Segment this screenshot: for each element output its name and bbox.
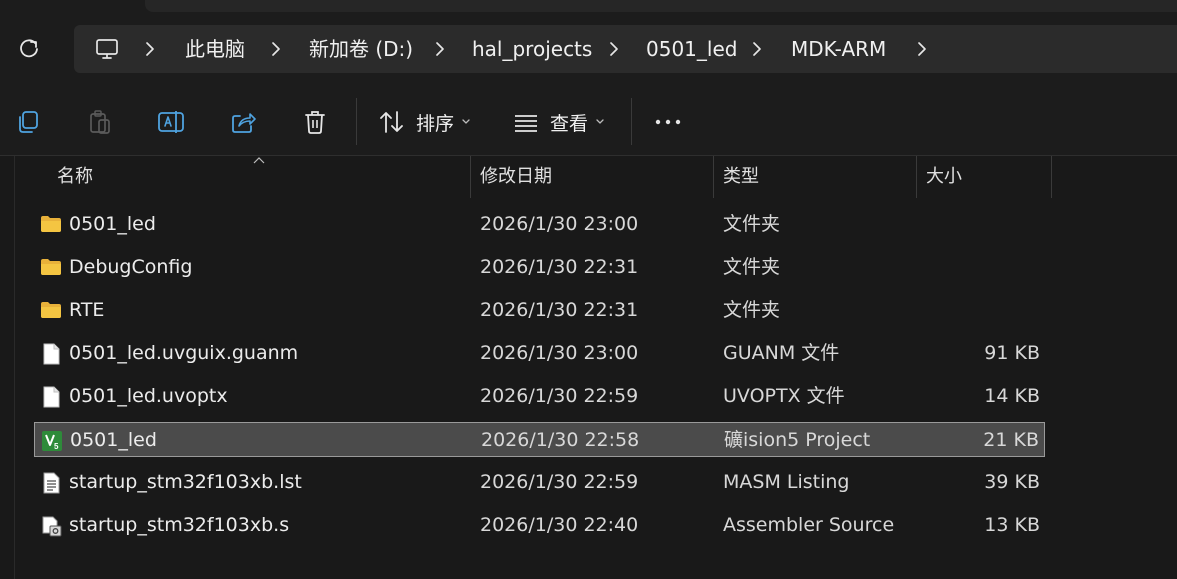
asm-file-icon: [40, 515, 62, 537]
refresh-icon: [20, 39, 38, 58]
file-type: 文件夹: [723, 256, 781, 278]
file-type: Assembler Source: [723, 514, 895, 536]
file-row[interactable]: 5 0501_led 2026/1/30 22:58 礦ision5 Project 2…: [34, 422, 1045, 457]
folder-icon: [40, 300, 62, 320]
breadcrumb-item-drive-d[interactable]: 新加卷 (D:): [309, 25, 413, 73]
more-options-button[interactable]: [654, 108, 682, 136]
text-file-icon: [40, 472, 62, 494]
window-top-strip: [0, 0, 1177, 12]
copy-icon: [19, 111, 38, 133]
address-bar[interactable]: 此电脑 新加卷 (D:) hal_projects 0501_led MDK-A…: [74, 25, 1177, 73]
share-icon: [232, 113, 256, 133]
file-name: startup_stm32f103xb.lst: [69, 471, 302, 493]
paste-icon: [90, 110, 110, 134]
file-row[interactable]: 0501_led 2026/1/30 23:00 文件夹: [34, 207, 1045, 242]
file-size: 91 KB: [984, 342, 1040, 364]
keil-project-icon: 5: [41, 430, 63, 451]
file-row[interactable]: 0501_led.uvguix.guanm 2026/1/30 23:00 GUAN…: [34, 336, 1045, 371]
column-divider[interactable]: [713, 156, 714, 198]
breadcrumb-item-mdk-arm[interactable]: MDK-ARM: [791, 25, 886, 73]
file-type: MASM Listing: [723, 471, 850, 493]
file-name: 0501_led: [70, 429, 157, 451]
column-divider[interactable]: [916, 156, 917, 198]
sort-icon-wrap[interactable]: [378, 108, 406, 136]
file-list-pane: 名称 修改日期 类型 大小 0501_led 2026/1/30 23:00 文件夹…: [0, 155, 1177, 579]
file-row[interactable]: 0501_led.uvoptx 2026/1/30 22:59 UVOPTX 文件 1…: [34, 379, 1045, 414]
breadcrumb-item-this-pc[interactable]: 此电脑: [185, 25, 245, 73]
column-header-type[interactable]: 类型: [723, 156, 759, 198]
file-name: startup_stm32f103xb.s: [69, 514, 290, 536]
file-row[interactable]: DebugConfig 2026/1/30 22:31 文件夹: [34, 250, 1045, 285]
delete-button[interactable]: [301, 108, 329, 136]
file-type: GUANM 文件: [723, 342, 840, 364]
trash-icon: [305, 111, 325, 134]
pane-left-edge: [14, 156, 15, 579]
rename-button[interactable]: [157, 108, 185, 136]
copy-button[interactable]: [14, 108, 42, 136]
file-row[interactable]: startup_stm32f103xb.s 2026/1/30 22:40 Asse…: [34, 508, 1045, 543]
tab-strip-edge: [145, 0, 1177, 12]
file-type: 礦ision5 Project: [724, 429, 871, 451]
chevron-right-icon[interactable]: [141, 40, 159, 58]
toolbar-divider: [631, 98, 632, 145]
breadcrumb-item-hal-projects[interactable]: hal_projects: [472, 25, 592, 73]
column-divider[interactable]: [470, 156, 471, 198]
svg-text:5: 5: [54, 442, 59, 451]
file-icon: [40, 343, 62, 365]
view-icon-wrap[interactable]: [512, 108, 540, 136]
file-modified: 2026/1/30 23:00: [480, 342, 639, 364]
file-size: 13 KB: [984, 514, 1040, 536]
column-divider[interactable]: [1051, 156, 1052, 198]
file-name: 0501_led.uvoptx: [69, 385, 228, 407]
file-name: 0501_led: [69, 213, 156, 235]
chevron-right-icon[interactable]: [913, 40, 931, 58]
file-type: 文件夹: [723, 213, 781, 235]
file-modified: 2026/1/30 22:58: [481, 429, 640, 451]
rename-icon: [158, 111, 184, 133]
file-type: 文件夹: [723, 299, 781, 321]
file-row[interactable]: RTE 2026/1/30 22:31 文件夹: [34, 293, 1045, 328]
view-list-icon: [515, 115, 537, 132]
file-size: 21 KB: [983, 429, 1039, 451]
chevron-down-icon[interactable]: [461, 117, 471, 127]
column-header-name[interactable]: 名称: [57, 156, 93, 198]
this-pc-icon[interactable]: [94, 37, 120, 61]
sort-button[interactable]: 排序: [416, 109, 454, 136]
file-name: 0501_led.uvguix.guanm: [69, 342, 299, 364]
sort-ascending-indicator-icon: [253, 157, 265, 164]
file-name: DebugConfig: [69, 256, 193, 278]
file-row[interactable]: startup_stm32f103xb.lst 2026/1/30 22:59 MA…: [34, 465, 1045, 500]
chevron-right-icon[interactable]: [431, 40, 449, 58]
column-header: 名称 修改日期 类型 大小: [0, 156, 1177, 198]
share-button[interactable]: [229, 108, 257, 136]
paste-button[interactable]: [86, 108, 114, 136]
toolbar-divider: [356, 98, 357, 145]
chevron-right-icon[interactable]: [748, 40, 766, 58]
chevron-down-icon[interactable]: [595, 117, 605, 127]
file-name: RTE: [69, 299, 105, 321]
address-row: 此电脑 新加卷 (D:) hal_projects 0501_led MDK-A…: [0, 12, 1177, 88]
folder-icon: [40, 257, 62, 277]
file-type: UVOPTX 文件: [723, 385, 845, 407]
chevron-right-icon[interactable]: [267, 40, 285, 58]
command-toolbar: 排序 查看: [0, 88, 1177, 155]
file-modified: 2026/1/30 22:40: [480, 514, 639, 536]
folder-icon: [40, 214, 62, 234]
sort-icon: [380, 111, 403, 133]
view-button[interactable]: 查看: [550, 109, 588, 136]
breadcrumb-item-0501-led[interactable]: 0501_led: [646, 25, 737, 73]
file-modified: 2026/1/30 22:59: [480, 471, 639, 493]
more-icon: [655, 119, 681, 125]
refresh-button[interactable]: [14, 34, 44, 64]
column-header-modified[interactable]: 修改日期: [480, 156, 552, 198]
file-size: 14 KB: [984, 385, 1040, 407]
file-icon: [40, 386, 62, 408]
chevron-right-icon[interactable]: [605, 40, 623, 58]
file-modified: 2026/1/30 22:59: [480, 385, 639, 407]
file-size: 39 KB: [984, 471, 1040, 493]
column-header-size[interactable]: 大小: [926, 156, 962, 198]
file-modified: 2026/1/30 22:31: [480, 299, 639, 321]
file-modified: 2026/1/30 23:00: [480, 213, 639, 235]
file-modified: 2026/1/30 22:31: [480, 256, 639, 278]
